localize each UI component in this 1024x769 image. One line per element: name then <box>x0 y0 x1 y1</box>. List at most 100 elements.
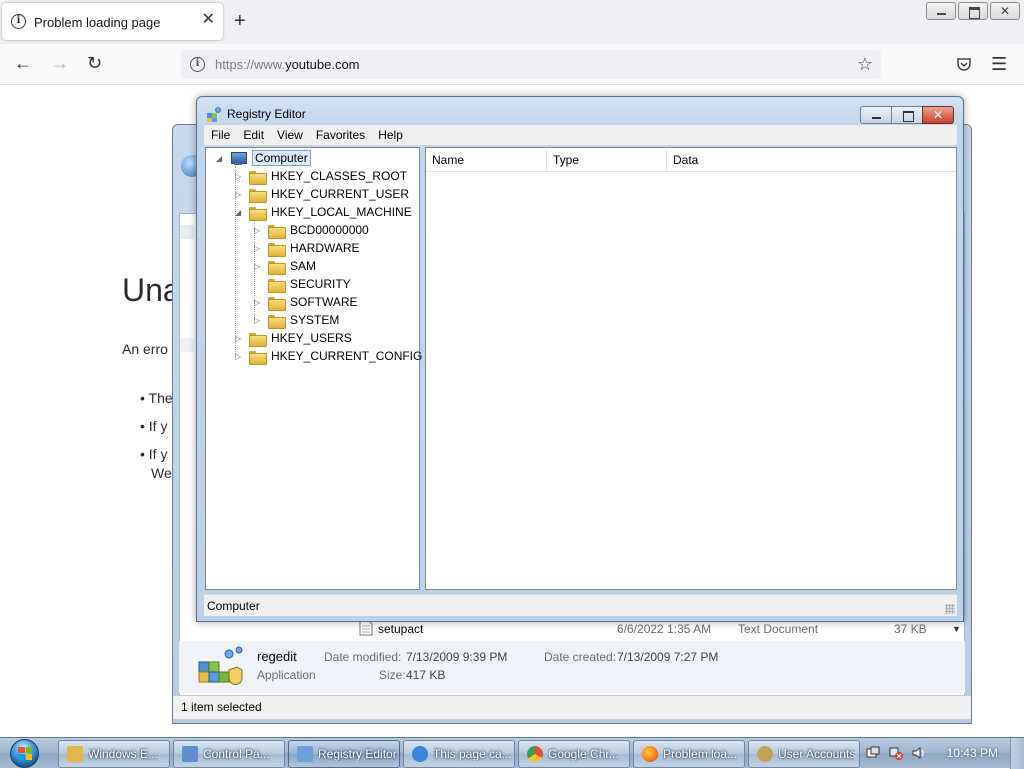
file-type: Text Document <box>738 622 819 636</box>
maximize-button[interactable] <box>891 106 923 124</box>
taskbar-button-registry-editor[interactable]: Registry Editor <box>288 740 400 768</box>
error-bullet-text: If y <box>148 446 168 462</box>
taskbar-button-control-panel[interactable]: Control Pa... <box>173 740 285 768</box>
reload-icon[interactable]: ↻ <box>87 53 102 73</box>
menu-view[interactable]: View <box>270 125 309 145</box>
restore-button[interactable] <box>958 2 988 20</box>
menu-icon[interactable]: ☰ <box>991 54 1007 74</box>
menu-file[interactable]: File <box>204 125 236 145</box>
expand-arrow-icon[interactable]: ▷ <box>254 244 263 253</box>
back-icon[interactable]: ← <box>14 53 32 73</box>
details-name: regedit <box>257 649 297 664</box>
url-host: youtube.com <box>285 57 360 72</box>
tree-node-label: HKEY_CURRENT_CONFIG <box>271 349 423 363</box>
info-icon: i <box>11 14 26 29</box>
folder-icon <box>249 188 267 203</box>
url-text[interactable]: https://www.youtube.com <box>215 57 360 72</box>
tree-node-label: SAM <box>290 259 317 273</box>
browser-tab[interactable]: i Problem loading page ✕ <box>2 3 223 40</box>
expand-arrow-icon[interactable]: ▷ <box>254 316 263 325</box>
action-center-icon[interactable] <box>866 746 880 760</box>
expand-arrow-icon[interactable]: ▷ <box>235 190 244 199</box>
windows-logo-icon <box>18 747 32 760</box>
taskbar-button-internet-explorer[interactable]: This page ca... <box>403 740 515 768</box>
file-name[interactable]: setupact <box>378 622 423 636</box>
error-bullet-text: If y <box>148 418 168 434</box>
tree-node-hkey-current-user[interactable]: ▷ HKEY_CURRENT_USER <box>235 185 409 203</box>
column-name[interactable]: Name <box>426 153 464 167</box>
tree-node-computer[interactable]: ◢ Computer <box>216 149 311 167</box>
folder-icon <box>268 242 286 257</box>
registry-tree[interactable]: ◢ Computer ▷ HKEY_CLASSES_ROOT ▷ HKEY_CU… <box>205 147 422 590</box>
tree-node-system[interactable]: ▷ SYSTEM <box>254 311 339 329</box>
tree-node-hkey-users[interactable]: ▷ HKEY_USERS <box>235 329 352 347</box>
registry-editor-window[interactable]: Registry Editor File Edit View Favorites… <box>196 96 964 622</box>
expand-arrow-icon[interactable]: ▷ <box>235 334 244 343</box>
minimize-button[interactable] <box>860 106 892 124</box>
explorer-status-text: 1 item selected <box>181 700 262 714</box>
tree-node-label: BCD00000000 <box>290 223 369 237</box>
network-error-icon[interactable] <box>889 746 903 760</box>
browser-window-controls <box>926 2 1020 20</box>
tree-node-label: HARDWARE <box>290 241 360 255</box>
tree-node-label: Computer <box>252 150 311 166</box>
folder-icon <box>67 746 83 762</box>
expand-arrow-icon[interactable]: ▷ <box>254 298 263 307</box>
folder-icon <box>268 260 286 275</box>
window-title: Registry Editor <box>227 107 306 121</box>
tree-node-security[interactable]: SECURITY <box>254 275 351 293</box>
expand-arrow-icon[interactable]: ▷ <box>254 226 263 235</box>
expand-arrow-icon[interactable]: ▷ <box>254 262 263 271</box>
taskbar-button-firefox[interactable]: Problem loa... <box>633 740 745 768</box>
scroll-down-icon[interactable]: ▼ <box>952 624 961 634</box>
close-tab-icon[interactable]: ✕ <box>202 12 215 28</box>
tree-node-software[interactable]: ▷ SOFTWARE <box>254 293 358 311</box>
folder-icon <box>249 332 267 347</box>
minimize-button[interactable] <box>926 2 956 20</box>
column-data[interactable]: Data <box>667 153 698 167</box>
collapse-arrow-icon[interactable]: ◢ <box>235 208 244 217</box>
pocket-icon[interactable] <box>956 56 972 72</box>
values-list[interactable]: Name Type Data <box>425 147 957 590</box>
collapse-arrow-icon[interactable]: ◢ <box>216 154 225 163</box>
date-modified-label: Date modified: <box>324 650 402 664</box>
forward-icon[interactable]: → <box>51 53 69 73</box>
menu-help[interactable]: Help <box>371 125 409 145</box>
bookmark-star-icon[interactable]: ☆ <box>857 54 873 75</box>
tree-node-hardware[interactable]: ▷ HARDWARE <box>254 239 360 257</box>
taskbar-button-user-accounts[interactable]: User Accounts <box>748 740 860 768</box>
tree-node-sam[interactable]: ▷ SAM <box>254 257 316 275</box>
close-button[interactable] <box>922 106 954 124</box>
start-button[interactable] <box>4 738 46 769</box>
clock[interactable]: 10:43 PM <box>947 746 998 760</box>
tree-node-hkey-classes-root[interactable]: ▷ HKEY_CLASSES_ROOT <box>235 167 407 185</box>
volume-icon[interactable] <box>912 746 926 760</box>
error-bullet-continuation: We <box>151 465 172 481</box>
close-button[interactable] <box>990 2 1020 20</box>
tree-node-bcd[interactable]: ▷ BCD00000000 <box>254 221 369 239</box>
tree-node-hkey-local-machine[interactable]: ◢ HKEY_LOCAL_MACHINE <box>235 203 412 221</box>
taskbar-button-windows-explorer[interactable]: Windows E... <box>58 740 170 768</box>
resize-grip[interactable] <box>945 604 955 614</box>
text-file-icon <box>359 620 373 636</box>
new-tab-icon[interactable]: + <box>234 11 246 31</box>
browser-nav-bar: ← → ↻ i https://www.youtube.com ☆ ☰ <box>0 44 1024 85</box>
show-desktop-button[interactable] <box>1010 738 1024 769</box>
tree-node-label: HKEY_CURRENT_USER <box>271 187 410 201</box>
regedit-title-icon <box>207 107 221 122</box>
url-bar[interactable]: i https://www.youtube.com ☆ <box>181 50 881 79</box>
column-type[interactable]: Type <box>547 153 579 167</box>
taskbar: Windows E... Control Pa... Registry Edit… <box>0 737 1024 769</box>
expand-arrow-icon[interactable]: ▷ <box>235 172 244 181</box>
taskbar-button-google-chrome[interactable]: Google Chr... <box>518 740 630 768</box>
expand-arrow-icon[interactable]: ▷ <box>235 352 244 361</box>
tree-node-label: SOFTWARE <box>290 295 358 309</box>
folder-icon <box>249 170 267 185</box>
menu-edit[interactable]: Edit <box>236 125 270 145</box>
menu-favorites[interactable]: Favorites <box>309 125 371 145</box>
error-bullet: • If y <box>140 446 168 462</box>
site-info-icon[interactable]: i <box>190 57 205 72</box>
tree-node-label: HKEY_CLASSES_ROOT <box>271 169 408 183</box>
tree-node-hkey-current-config[interactable]: ▷ HKEY_CURRENT_CONFIG <box>235 347 422 365</box>
folder-icon <box>268 314 286 329</box>
